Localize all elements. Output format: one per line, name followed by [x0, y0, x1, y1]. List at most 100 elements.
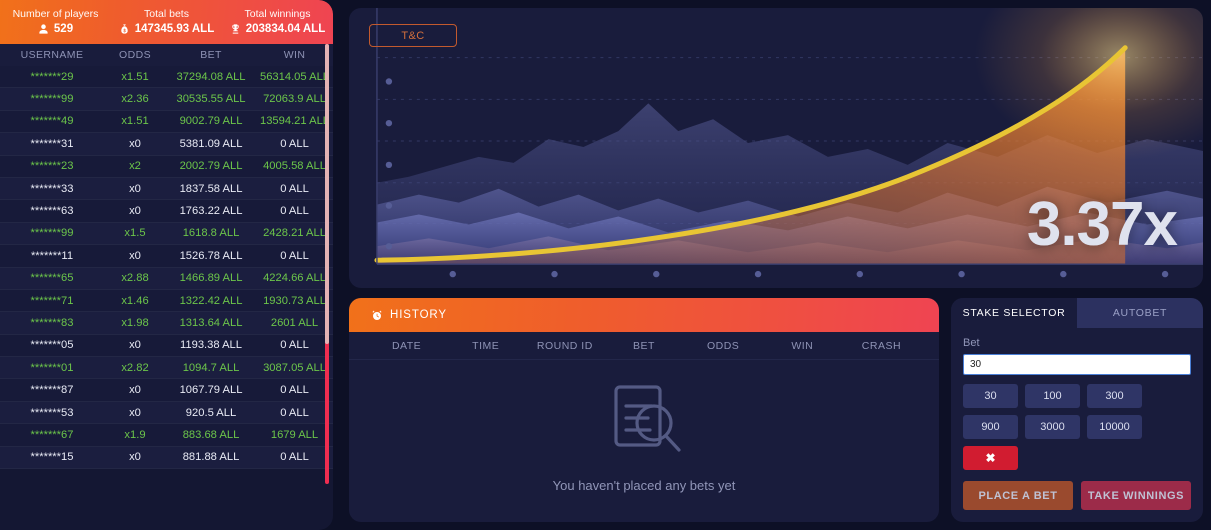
sidebar-scrollbar[interactable] [325, 44, 329, 484]
cell-username: *******53 [30, 406, 74, 419]
stake-chip-300[interactable]: 300 [1087, 384, 1142, 408]
cell-win: 2428.21 ALL [263, 227, 326, 240]
cell-win: 0 ALL [280, 339, 309, 352]
cell-win: 0 ALL [280, 137, 309, 150]
cell-odds: x2.82 [121, 361, 149, 374]
cell-win: 2601 ALL [270, 316, 319, 329]
cell-username: *******83 [30, 316, 74, 329]
cell-odds: x0 [129, 451, 141, 464]
cell-bet: 2002.79 ALL [179, 160, 243, 173]
cell-odds: x0 [129, 249, 141, 262]
cell-bet: 1763.22 ALL [179, 205, 243, 218]
cell-win: 3087.05 ALL [263, 361, 326, 374]
stat-value-wrap: 529 [0, 22, 111, 36]
column-bet: BET [200, 49, 222, 61]
cell-odds: x0 [129, 205, 141, 218]
trophy-icon [230, 23, 241, 35]
take-winnings-button[interactable]: TAKE WINNINGS [1081, 481, 1191, 510]
cell-bet: 1313.64 ALL [179, 316, 243, 329]
cell-username: *******33 [30, 182, 74, 195]
table-row: *******29 x1.51 37294.08 ALL 56314.05 ALL [0, 66, 333, 89]
crash-game-app: Number of players 529 Total bets 147345.… [0, 0, 1211, 530]
cell-odds: x2 [129, 160, 141, 173]
cell-username: *******05 [30, 339, 74, 352]
cell-bet: 1618.8 ALL [182, 227, 240, 240]
bet-actions: PLACE A BET TAKE WINNINGS [963, 481, 1191, 510]
clear-stake-button[interactable]: ✖ [963, 446, 1018, 470]
cell-bet: 883.68 ALL [182, 428, 240, 441]
history-column-header: TIME [472, 339, 500, 352]
cell-username: *******63 [30, 205, 74, 218]
stake-chip-900[interactable]: 900 [963, 415, 1018, 439]
cell-bet: 1067.79 ALL [179, 384, 243, 397]
stat-total-winnings: Total winnings 203834.04 ALL [222, 8, 333, 37]
cell-username: *******71 [30, 294, 74, 307]
stat-value-wrap: 203834.04 ALL [222, 22, 333, 36]
stake-chip-10000[interactable]: 10000 [1087, 415, 1142, 439]
cell-odds: x1.46 [121, 294, 149, 307]
cell-username: *******15 [30, 451, 74, 464]
cell-odds: x1.51 [121, 70, 149, 83]
cell-odds: x1.51 [121, 115, 149, 128]
bottom-row: HISTORY DATE TIME ROUND ID BET ODDS WIN CRASH [349, 298, 1203, 522]
cell-win: 4005.58 ALL [263, 160, 326, 173]
table-row: *******11 x0 1526.78 ALL 0 ALL [0, 245, 333, 268]
column-win: WIN [283, 49, 306, 61]
table-row: *******53 x0 920.5 ALL 0 ALL [0, 401, 333, 425]
document-search-icon [602, 382, 686, 462]
cell-win: 0 ALL [280, 451, 309, 464]
history-column-header: ROUND ID [536, 339, 593, 352]
table-row: *******71 x1.46 1322.42 ALL 1930.73 ALL [0, 289, 333, 313]
stat-number-of-players: Number of players 529 [0, 8, 111, 37]
history-empty-message: You haven't placed any bets yet [552, 477, 736, 493]
stake-chip-3000[interactable]: 3000 [1025, 415, 1080, 439]
cell-win: 0 ALL [280, 249, 309, 262]
stat-total-bets: Total bets 147345.93 ALL [111, 8, 222, 37]
leaderboard-header: USERNAME ODDS BET WIN [0, 44, 333, 66]
stat-label: Number of players [12, 7, 99, 20]
cell-bet: 1526.78 ALL [179, 249, 243, 262]
stake-chip-100[interactable]: 100 [1025, 384, 1080, 408]
chart-x-axis-ticks [449, 270, 1169, 278]
terms-and-conditions-button[interactable]: T&C [369, 24, 457, 47]
sidebar-scrollbar-thumb[interactable] [325, 44, 329, 344]
history-columns: DATE TIME ROUND ID BET ODDS WIN CRASH [349, 332, 939, 360]
stat-value-wrap: 147345.93 ALL [111, 22, 222, 36]
cell-username: *******29 [30, 70, 74, 83]
tab-stake-selector[interactable]: STAKE SELECTOR [951, 298, 1077, 328]
history-column-header: BET [633, 339, 655, 352]
cell-bet: 37294.08 ALL [176, 70, 246, 83]
tab-autobet[interactable]: AUTOBET [1077, 298, 1203, 328]
cell-bet: 1322.42 ALL [179, 294, 243, 307]
table-row: *******67 x1.9 883.68 ALL 1679 ALL [0, 424, 333, 447]
cell-odds: x1.98 [121, 316, 149, 329]
history-column-header: WIN [791, 339, 814, 352]
history-panel: HISTORY DATE TIME ROUND ID BET ODDS WIN CRASH [349, 298, 939, 522]
table-row: *******15 x0 881.88 ALL 0 ALL [0, 446, 333, 470]
bet-field-label: Bet [963, 337, 980, 349]
cell-bet: 1094.7 ALL [182, 361, 240, 374]
leaderboard-body[interactable]: *******29 x1.51 37294.08 ALL 56314.05 ALL **… [0, 66, 333, 530]
stake-chip-30[interactable]: 30 [963, 384, 1018, 408]
cell-bet: 1837.58 ALL [179, 182, 243, 195]
table-row: *******65 x2.88 1466.89 ALL 4224.66 ALL [0, 267, 333, 290]
stat-value: 147345.93 ALL [134, 22, 215, 35]
players-sidebar: Number of players 529 Total bets 147345.… [0, 0, 333, 530]
bet-amount-input[interactable] [963, 354, 1191, 375]
cell-username: *******67 [30, 428, 74, 441]
place-a-bet-button[interactable]: PLACE A BET [963, 481, 1073, 510]
clock-icon [371, 309, 383, 322]
cell-odds: x1.9 [124, 428, 146, 441]
stat-label: Total winnings [244, 7, 311, 20]
bet-body: Bet 30 100 300 900 3000 10000 ✖ PLACE A BET TA… [951, 328, 1203, 522]
cell-bet: 920.5 ALL [185, 406, 237, 419]
cell-win: 1679 ALL [270, 428, 319, 441]
cell-win: 0 ALL [280, 384, 309, 397]
cell-username: *******49 [30, 115, 74, 128]
history-title: HISTORY [390, 309, 447, 321]
cell-username: *******31 [30, 137, 74, 150]
table-row: *******05 x0 1193.38 ALL 0 ALL [0, 334, 333, 358]
cell-win: 1930.73 ALL [263, 294, 326, 307]
cell-odds: x0 [129, 182, 141, 195]
money-bag-icon [119, 23, 130, 35]
